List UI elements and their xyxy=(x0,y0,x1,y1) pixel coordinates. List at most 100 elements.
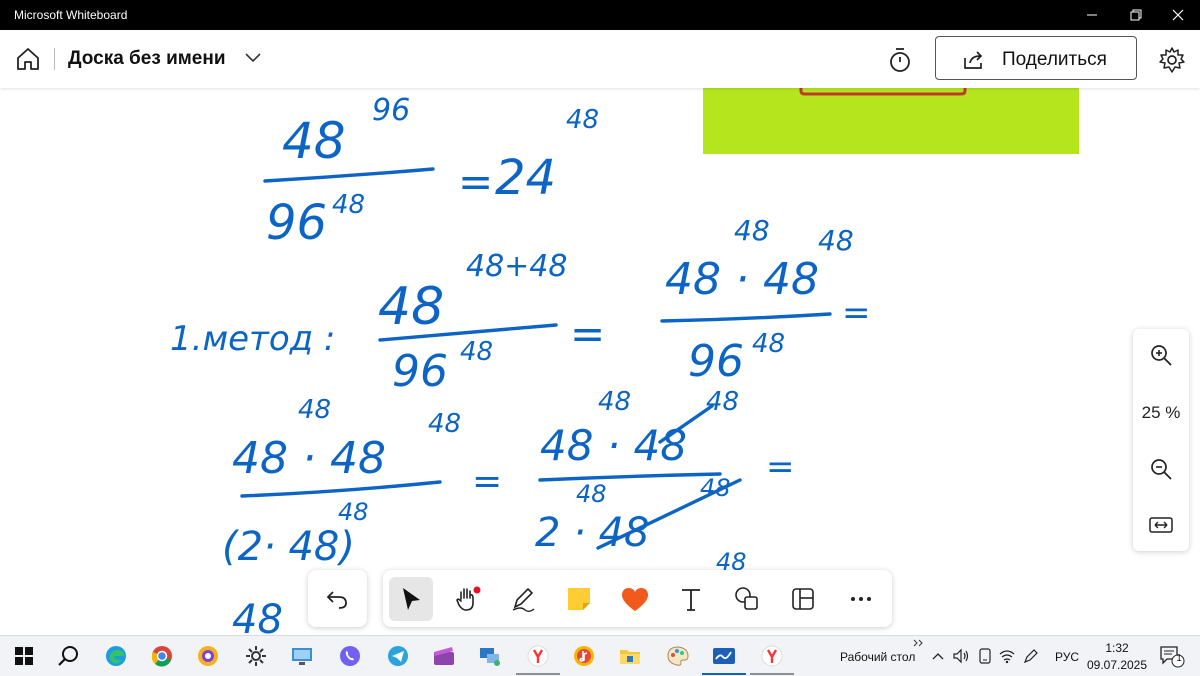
taskbar-whiteboard[interactable] xyxy=(712,644,736,668)
home-button[interactable] xyxy=(14,45,42,73)
text-tool[interactable] xyxy=(669,577,713,621)
expand-toolbar-chevron[interactable] xyxy=(912,636,926,650)
telegram-icon xyxy=(388,646,408,666)
shapes-icon xyxy=(735,587,758,610)
taskbar-file-explorer[interactable] xyxy=(618,644,642,668)
share-button[interactable]: Поделиться xyxy=(935,36,1137,80)
pen-workspace-icon xyxy=(1023,649,1038,664)
taskbar-music[interactable] xyxy=(572,644,596,668)
input-language[interactable]: РУС xyxy=(1055,650,1079,664)
taskbar-telegram[interactable] xyxy=(386,644,410,668)
device-button[interactable] xyxy=(976,644,994,668)
notification-count: 1 xyxy=(1176,653,1182,664)
pen-tool[interactable] xyxy=(501,577,545,621)
taskbar-yandex-browser-alt[interactable] xyxy=(196,644,220,668)
taskbar-yandex-browser[interactable] xyxy=(526,644,550,668)
ink-eq2-num: 48 xyxy=(378,277,444,337)
whiteboard-icon xyxy=(713,648,735,664)
taskbar-chrome[interactable] xyxy=(150,644,174,668)
minimize-button[interactable] xyxy=(1070,0,1114,30)
desktop-toolbar-label[interactable]: Рабочий стол xyxy=(840,650,915,664)
sticky-note-icon xyxy=(568,588,590,610)
zoom-in-icon xyxy=(1151,345,1172,366)
show-hidden-icons-button[interactable] xyxy=(930,644,946,668)
zoom-out-button[interactable] xyxy=(1149,457,1173,481)
pen-workspace-button[interactable] xyxy=(1022,644,1040,668)
ink-eq3-rhs-exp1: 48 xyxy=(598,387,631,417)
more-tools-button[interactable] xyxy=(839,577,883,621)
ink-eq2-rhs-den-exp: 48 xyxy=(752,329,785,359)
palette-icon xyxy=(667,646,689,666)
clock-time[interactable]: 1:32 xyxy=(1094,641,1140,655)
restore-button[interactable] xyxy=(1114,0,1158,30)
taskbar-edge[interactable] xyxy=(104,644,128,668)
volume-button[interactable] xyxy=(952,644,970,668)
templates-tool[interactable] xyxy=(781,577,825,621)
hand-icon xyxy=(456,586,481,611)
zoom-panel: 25 % xyxy=(1133,329,1189,551)
taskbar-video-editor[interactable] xyxy=(432,644,456,668)
ink-eq4-partial: 48 xyxy=(232,597,283,635)
ink-eq1-exp: 96 xyxy=(372,93,410,128)
clock-date[interactable]: 09.07.2025 xyxy=(1086,658,1148,672)
ink-eq2-rhs-den: 96 xyxy=(688,336,744,387)
taskbar-connect[interactable] xyxy=(478,644,502,668)
ink-method-label: 1.метод : xyxy=(170,319,335,359)
ink-eq1-equals: = xyxy=(458,157,493,206)
ink-eq3-equals: = xyxy=(472,461,502,502)
ink-eq3-rhs-num: 48 · 48 xyxy=(540,421,687,470)
taskbar-settings[interactable] xyxy=(244,644,268,668)
shapes-tool[interactable] xyxy=(725,577,769,621)
network-pc-icon xyxy=(480,648,500,666)
zoom-out-icon xyxy=(1151,459,1172,480)
board-menu-chevron[interactable] xyxy=(244,50,262,69)
close-button[interactable] xyxy=(1156,0,1200,30)
reactions-tool[interactable] xyxy=(613,577,657,621)
yandex-icon xyxy=(527,645,549,667)
select-tool[interactable] xyxy=(389,577,433,621)
search-button[interactable] xyxy=(56,644,80,668)
ink-eq3-rhs-equals: = xyxy=(766,447,795,487)
timer-button[interactable] xyxy=(886,46,914,79)
ink-eq1-rhs-exp: 48 xyxy=(566,105,599,135)
header-separator xyxy=(54,48,55,70)
taskbar-viber[interactable] xyxy=(338,644,362,668)
whiteboard-canvas[interactable]: 48 96 96 48 = 24 48 1.метод : 48 48+48 9… xyxy=(0,88,1200,635)
template-icon xyxy=(792,588,814,610)
browser-icon xyxy=(198,646,218,666)
ink-eq3-num: 48 · 48 xyxy=(232,433,386,484)
title-bar: Microsoft Whiteboard xyxy=(0,0,1200,30)
pan-tool[interactable] xyxy=(445,577,489,621)
ink-eq3-den-exp: 48 xyxy=(338,498,369,526)
ink-eq3-den: (2· 48) xyxy=(222,524,355,570)
taskbar-paint[interactable] xyxy=(666,644,690,668)
zoom-in-button[interactable] xyxy=(1149,343,1173,367)
fit-to-screen-button[interactable] xyxy=(1149,513,1173,537)
edge-icon xyxy=(106,646,126,666)
speaker-icon xyxy=(953,648,969,664)
ink-eq3-exp1: 48 xyxy=(298,395,331,425)
ink-eq1-rhs: 24 xyxy=(495,150,556,206)
settings-gear-icon xyxy=(246,646,266,666)
taskbar-yandex-browser-2[interactable] xyxy=(760,644,784,668)
yandex-icon-2 xyxy=(761,645,783,667)
pointer-icon xyxy=(403,588,420,610)
wifi-button[interactable] xyxy=(998,644,1016,668)
start-button[interactable] xyxy=(12,644,36,668)
settings-button[interactable] xyxy=(1158,46,1186,79)
share-icon xyxy=(964,51,983,69)
ink-eq2-rhs-exp1: 48 xyxy=(734,214,770,247)
notification-center-button[interactable]: 1 xyxy=(1158,644,1186,668)
undo-button[interactable] xyxy=(308,570,367,627)
taskbar-app-monitor[interactable] xyxy=(290,644,314,668)
ink-eq1-den-exp: 48 xyxy=(332,190,365,220)
tool-bar xyxy=(383,570,892,627)
board-title[interactable]: Доска без имени xyxy=(68,48,226,70)
folder-icon xyxy=(620,650,640,664)
sticky-note-tool[interactable] xyxy=(557,577,601,621)
chrome-icon xyxy=(151,646,172,667)
ink-eq3-rhs-den-exp1: 48 xyxy=(576,480,607,508)
ink-eq2-rhs-equals: = xyxy=(842,293,871,333)
window-title: Microsoft Whiteboard xyxy=(14,8,128,22)
ink-eq3-exp2: 48 xyxy=(428,409,461,439)
